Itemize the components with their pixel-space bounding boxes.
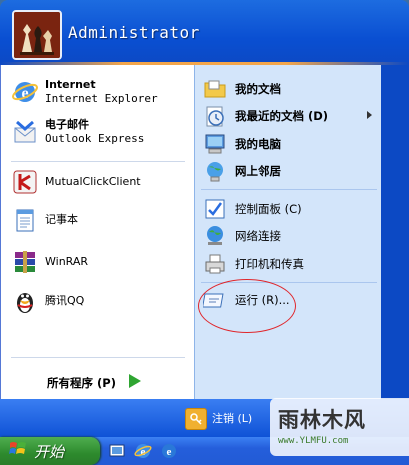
winrar-icon (11, 248, 39, 276)
submenu-arrow-icon (367, 111, 372, 119)
site-watermark: 雨林木风 www.YLMFU.com (270, 398, 409, 456)
printers-faxes-label: 打印机和传真 (235, 256, 304, 271)
all-programs-separator (11, 357, 185, 358)
highlight-ring (198, 279, 296, 333)
recent-mutualclick-label: MutualClickClient (45, 175, 141, 189)
my-computer-icon (201, 130, 229, 158)
recent-mutualclick[interactable]: MutualClickClient (11, 168, 141, 196)
avatar[interactable] (12, 10, 62, 60)
windows-flag-icon (8, 439, 28, 463)
pinned-internet[interactable]: e Internet Internet Explorer (11, 78, 158, 106)
my-computer-item[interactable]: 我的电脑 (201, 130, 281, 158)
network-places-label: 网上邻居 (235, 163, 281, 178)
recent-winrar-label: WinRAR (45, 255, 89, 269)
quicklaunch-ie-icon-2[interactable]: e (160, 442, 178, 464)
control-panel-icon (201, 195, 229, 223)
my-computer-label: 我的电脑 (235, 136, 281, 151)
menu-right-edge (381, 65, 409, 399)
all-programs-label: 所有程序 (P) (47, 375, 116, 390)
recent-qq-label: 腾讯QQ (45, 294, 85, 308)
quicklaunch-desktop-icon[interactable] (108, 442, 126, 464)
recent-winrar[interactable]: WinRAR (11, 248, 88, 276)
my-documents-label: 我的文档 (235, 81, 281, 96)
pinned-email-subtitle: Outlook Express (45, 132, 145, 145)
svg-text:e: e (167, 446, 172, 458)
mutualclick-icon (11, 168, 39, 196)
network-places-icon (201, 157, 229, 185)
recent-notepad[interactable]: 记事本 (11, 206, 78, 234)
logoff-button[interactable]: 注销 (L) (185, 408, 252, 430)
chess-pieces-avatar-icon (14, 12, 60, 58)
start-menu-header: Administrator (0, 0, 409, 65)
recent-qq[interactable]: 腾讯QQ (11, 287, 84, 315)
control-panel-label: 控制面板 (C) (235, 201, 302, 216)
recent-documents-item[interactable]: 我最近的文档 (D) (201, 102, 328, 130)
my-documents-icon (201, 75, 229, 103)
green-arrow-icon (124, 371, 144, 395)
all-programs-button[interactable]: 所有程序 (P) (47, 371, 144, 395)
left-pane: e Internet Internet Explorer 电子邮件 Outloo (0, 65, 195, 399)
right-pane: 我的文档 我最近的文档 (D) 我的电脑 网上邻居 控制面板 (C) 网络连接 … (194, 65, 382, 399)
network-connections-icon (201, 222, 229, 250)
recent-documents-icon (201, 102, 229, 130)
pinned-internet-title: Internet (45, 78, 96, 92)
my-documents-item[interactable]: 我的文档 (201, 75, 281, 103)
start-button[interactable]: 开始 (0, 437, 100, 465)
recent-notepad-label: 记事本 (45, 213, 78, 227)
start-label: 开始 (34, 442, 65, 461)
printers-faxes-item[interactable]: 打印机和传真 (201, 250, 304, 278)
control-panel-item[interactable]: 控制面板 (C) (201, 195, 302, 223)
network-connections-label: 网络连接 (235, 228, 281, 243)
recent-documents-label: 我最近的文档 (D) (235, 108, 329, 123)
pinned-internet-subtitle: Internet Explorer (45, 92, 158, 105)
user-name: Administrator (68, 23, 200, 42)
logoff-label: 注销 (L) (212, 412, 253, 426)
network-places-item[interactable]: 网上邻居 (201, 157, 281, 185)
watermark-title: 雨林木风 (278, 408, 366, 432)
pinned-email-title: 电子邮件 (45, 118, 89, 132)
pinned-email[interactable]: 电子邮件 Outlook Express (11, 118, 144, 146)
watermark-url: www.YLMFU.com (278, 436, 349, 446)
right-separator-1 (201, 189, 377, 190)
outlook-express-icon (11, 118, 39, 146)
qq-penguin-icon (11, 287, 39, 315)
notepad-icon (11, 206, 39, 234)
internet-explorer-icon: e (11, 78, 39, 106)
pinned-separator (11, 161, 185, 162)
start-menu: Administrator e Internet Internet Explor… (0, 0, 409, 465)
quicklaunch-ie-icon[interactable]: e (134, 442, 152, 464)
network-connections-item[interactable]: 网络连接 (201, 222, 281, 250)
key-icon (185, 408, 207, 430)
printers-faxes-icon (201, 250, 229, 278)
